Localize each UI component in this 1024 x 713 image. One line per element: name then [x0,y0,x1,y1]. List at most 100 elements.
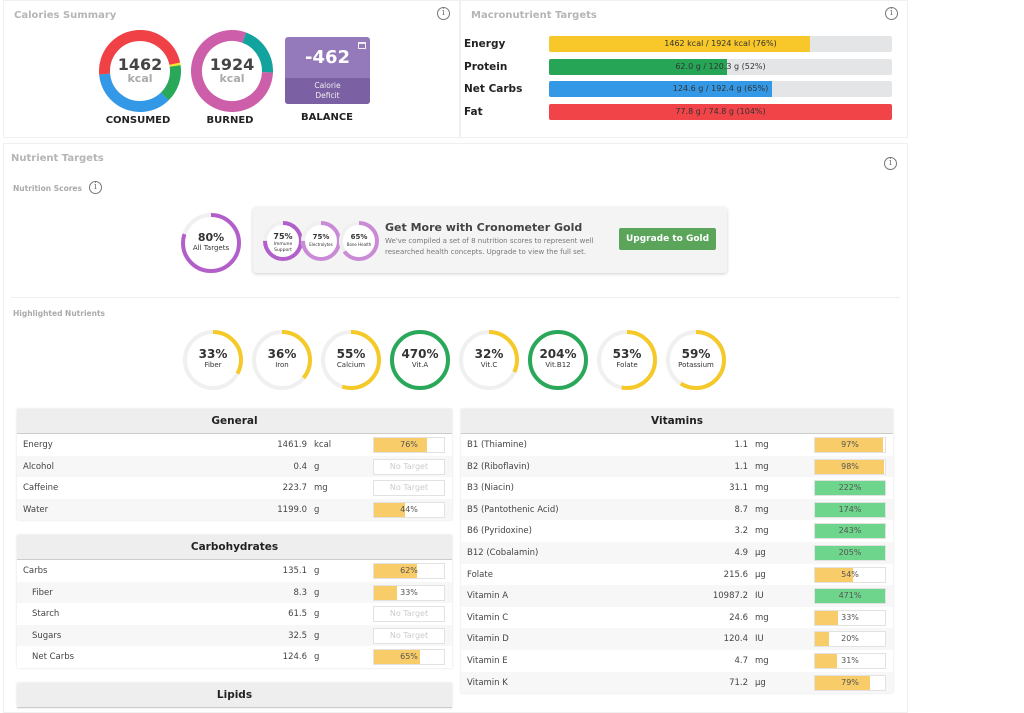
score-label: Vit.A [411,361,429,369]
table-row[interactable]: B3 (Niacin) 31.1 mg 222% [461,477,893,499]
nutrient-amount: 1199.0 [277,504,307,515]
target-progress: 174% [814,501,886,518]
target-progress: 44% [373,501,445,518]
table-row[interactable]: Energy 1461.9 kcal 76% [17,434,452,456]
score-label: Potassium [678,361,714,369]
highlighted-nutrient-vita[interactable]: 470% Vit.A [390,330,450,390]
nutrient-name: Water [23,504,49,515]
table-row[interactable]: Alcohol 0.4 g No Target [17,455,452,478]
table-row[interactable]: Sugars 32.5 g No Target [17,624,452,647]
panel-title: Nutrient Targets [11,153,104,164]
score-value: 470% [401,347,439,361]
table-vitamins: Vitamins B1 (Thiamine) 1.1 mg 97% B2 (Ribofla… [461,409,893,694]
target-percent: 205% [838,547,862,557]
target-percent: 65% [400,652,418,662]
table-row[interactable]: B2 (Riboflavin) 1.1 mg 98% [461,455,893,478]
table-row[interactable]: Vitamin E 4.7 mg 31% [461,650,893,672]
highlighted-nutrient-iron[interactable]: 36% Iron [252,330,312,390]
upgrade-to-gold-button[interactable]: Upgrade to Gold [619,228,716,250]
info-icon[interactable]: i [437,7,450,20]
nutrient-unit: mg [755,526,769,537]
nutrient-name: B12 (Cobalamin) [467,547,539,558]
table-row[interactable]: Carbs 135.1 g 62% [17,560,452,582]
nutrient-amount: 124.6 [282,652,307,663]
info-icon[interactable]: i [885,7,898,20]
nutrient-unit: g [314,587,320,598]
target-progress: 33% [814,609,886,626]
score-label: Folate [616,361,638,369]
nutrient-unit: mg [755,655,769,666]
target-percent: No Target [389,609,429,619]
balance-sub1: Calorie [314,81,341,90]
table-row[interactable]: B12 (Cobalamin) 4.9 µg 205% [461,541,893,564]
promo-title: Get More with Cronometer Gold [385,221,583,234]
all-targets-score[interactable]: 80% All Targets [181,213,241,273]
promo-score-ring[interactable]: 75% Immune Support [263,221,303,261]
table-lipids: Lipids [17,683,452,708]
target-percent: 31% [841,655,859,665]
macro-bar[interactable]: 62.0 g / 120.3 g (52%) [549,58,892,75]
promo-score-ring[interactable]: 75% Electrolytes [301,221,341,261]
nutrient-name: Vitamin K [467,677,508,688]
info-icon[interactable]: i [89,181,102,194]
table-row[interactable]: B1 (Thiamine) 1.1 mg 97% [461,434,893,456]
table-row[interactable]: Net Carbs 124.6 g 65% [17,646,452,668]
table-row[interactable]: Vitamin D 120.4 IU 20% [461,628,893,650]
score-label: Immune Support [273,242,293,253]
nutrient-name: Sugars [32,630,62,641]
score-value: 75% [273,232,293,241]
nutrient-amount: 1.1 [734,440,748,450]
table-row[interactable]: Fiber 8.3 g 33% [17,581,452,604]
highlighted-nutrient-fiber[interactable]: 33% Fiber [183,330,243,390]
nutrient-name: Alcohol [23,461,54,472]
nutrient-amount: 1.1 [734,461,748,472]
table-row[interactable]: B5 (Pantothenic Acid) 8.7 mg 174% [461,498,893,521]
macro-bar[interactable]: 1462 kcal / 1924 kcal (76%) [549,36,892,52]
macro-row-energy: Energy 1462 kcal / 1924 kcal (76%) [464,36,894,53]
nutrient-unit: µg [755,547,766,558]
target-progress: 205% [814,544,886,561]
target-progress: 33% [373,584,445,601]
macro-bar-text: 62.0 g / 120.3 g (52%) [675,61,766,71]
balance-card[interactable]: -462 Calorie Deficit [285,37,370,104]
promo-score-ring[interactable]: 65% Bone Health [339,221,379,261]
balance-value: -462 [304,47,351,68]
table-row[interactable]: Starch 61.5 g No Target [17,603,452,625]
target-progress: 76% [373,437,445,453]
nutrient-name: Vitamin A [467,591,509,602]
macro-bar[interactable]: 77.8 g / 74.8 g (104%) [549,103,892,120]
table-row[interactable]: Vitamin C 24.6 mg 33% [461,607,893,629]
target-progress: 98% [814,458,886,475]
nutrient-unit: g [314,504,320,515]
nutrient-unit: mg [755,483,769,494]
nutrient-name: B5 (Pantothenic Acid) [467,504,559,515]
panel-title: Macronutrient Targets [471,10,597,21]
score-value: 75% [312,233,330,241]
table-row[interactable]: Folate 215.6 µg 54% [461,564,893,586]
highlighted-nutrient-potassium[interactable]: 59% Potassium [666,330,726,390]
highlighted-nutrient-calcium[interactable]: 55% Calcium [321,330,381,390]
table-row[interactable]: Water 1199.0 g 44% [17,498,452,521]
balance-label: BALANCE [300,112,353,123]
consumed-unit: kcal [127,72,153,85]
highlighted-nutrient-vitc[interactable]: 32% Vit.C [459,330,519,390]
table-title: Carbohydrates [17,535,452,560]
nutrient-amount: 10987.2 [712,591,748,602]
table-row[interactable]: Vitamin K 71.2 µg 79% [461,671,893,694]
macro-bar[interactable]: 124.6 g / 192.4 g (65%) [549,81,892,97]
target-percent: 62% [400,566,418,575]
score-label: All Targets [192,244,230,252]
table-row[interactable]: Vitamin A 10987.2 IU 471% [461,585,893,607]
score-label: Fiber [204,361,222,369]
highlighted-nutrient-vitb12[interactable]: 204% Vit.B12 [528,330,588,390]
macro-bar-text: 77.8 g / 74.8 g (104%) [675,106,766,116]
nutrition-scores-label: Nutrition Scores [13,184,82,193]
nutrient-unit: mg [755,461,769,472]
target-percent: 243% [838,526,862,536]
info-icon[interactable]: i [884,157,897,170]
table-row[interactable]: B6 (Pyridoxine) 3.2 mg 243% [461,520,893,542]
highlighted-nutrient-folate[interactable]: 53% Folate [597,330,657,390]
calendar-icon[interactable] [358,42,366,49]
table-row[interactable]: Caffeine 223.7 mg No Target [17,477,452,499]
score-value: 53% [612,347,642,361]
